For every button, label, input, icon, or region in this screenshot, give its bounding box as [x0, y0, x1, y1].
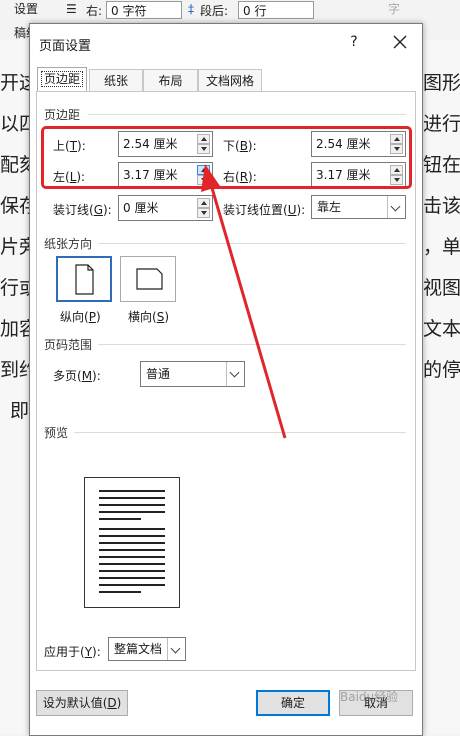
watermark: Baidu经验: [340, 690, 399, 704]
annotation-arrow-icon: [201, 164, 287, 439]
